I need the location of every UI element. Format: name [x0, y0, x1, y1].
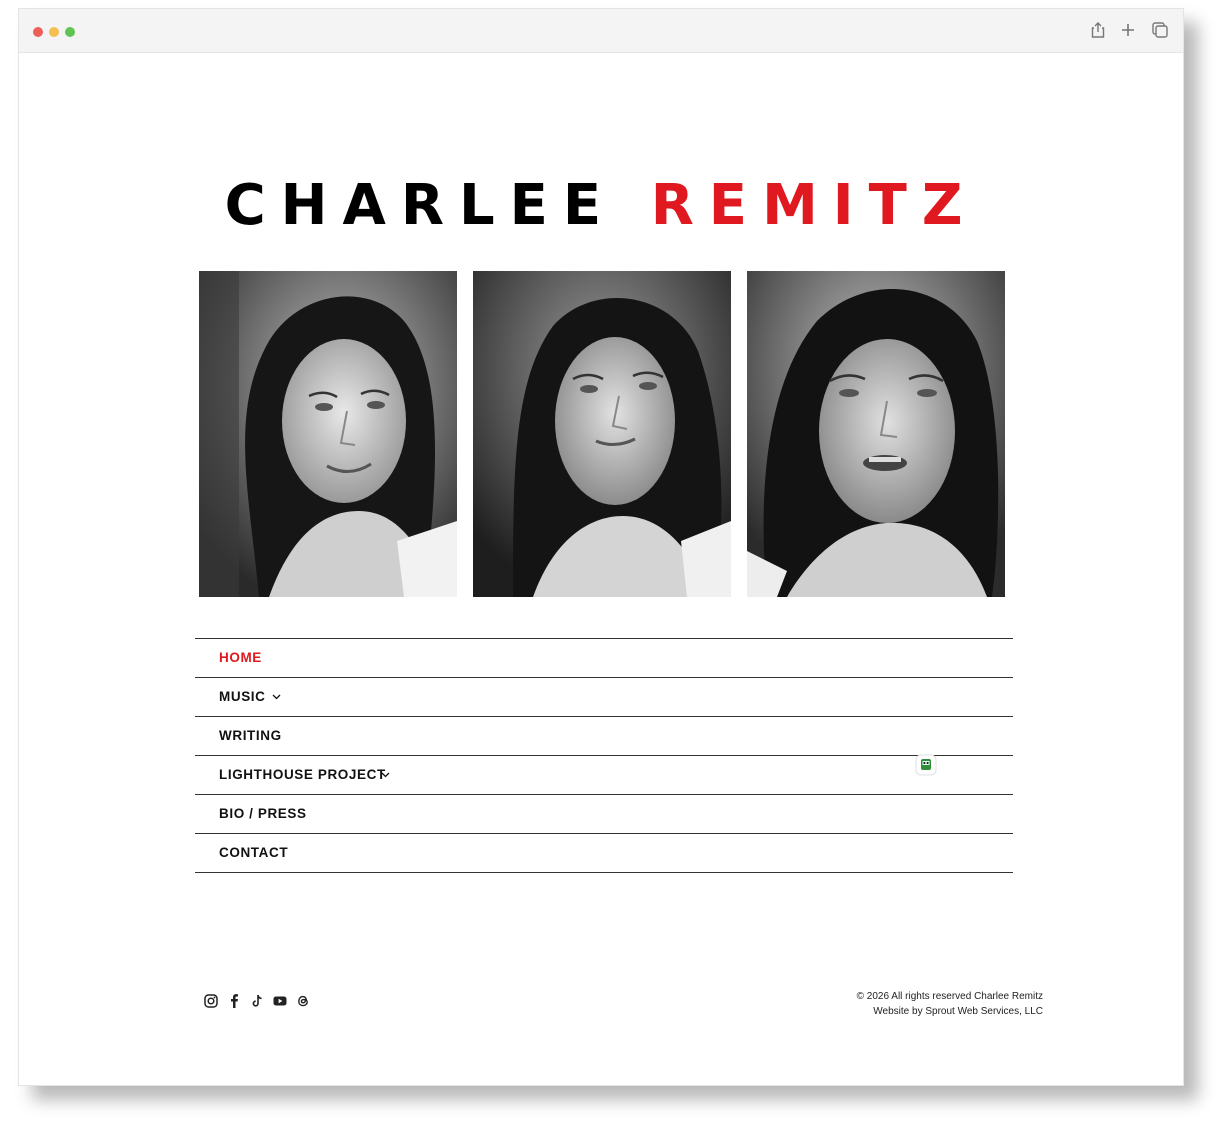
main-nav: HOME MUSIC WRITING LIGHTHOUSE PROJECT BI…: [195, 638, 1013, 873]
minimize-window-button[interactable]: [49, 27, 59, 37]
portrait-photo-1: [199, 271, 457, 597]
browser-window: CHARLEE REMITZ HOME MUSIC WRITING LIGHTH…: [18, 8, 1184, 1086]
nav-label-bio-press: BIO / PRESS: [219, 806, 307, 821]
new-tab-icon[interactable]: [1119, 21, 1137, 39]
nav-item-home[interactable]: HOME: [195, 638, 1013, 677]
nav-item-writing[interactable]: WRITING: [195, 716, 1013, 755]
nav-label-music: MUSIC: [219, 689, 266, 704]
portrait-photo-2: [473, 271, 731, 597]
robot-helper-icon[interactable]: [915, 754, 937, 776]
credit-link[interactable]: Website by Sprout Web Services, LLC: [857, 1004, 1043, 1019]
nav-label-lighthouse-project: LIGHTHOUSE PROJECT: [219, 767, 386, 782]
nav-item-lighthouse-project[interactable]: LIGHTHOUSE PROJECT: [195, 755, 1013, 794]
tiktok-icon[interactable]: [249, 993, 265, 1009]
browser-titlebar: [19, 9, 1183, 53]
facebook-icon[interactable]: [226, 993, 242, 1009]
portrait-photo-3: [747, 271, 1005, 597]
share-icon[interactable]: [1089, 21, 1107, 39]
nav-item-music[interactable]: MUSIC: [195, 677, 1013, 716]
chevron-down-icon[interactable]: [381, 772, 390, 778]
youtube-icon[interactable]: [272, 993, 288, 1009]
site-title-last: REMITZ: [650, 173, 978, 238]
copyright-text: © 2026 All rights reserved Charlee Remit…: [856, 991, 1043, 1002]
close-window-button[interactable]: [33, 27, 43, 37]
nav-label-contact: CONTACT: [219, 845, 289, 860]
tabs-overview-icon[interactable]: [1151, 21, 1169, 39]
site-title-first: CHARLEE: [224, 173, 617, 238]
threads-icon[interactable]: [295, 993, 311, 1009]
zoom-window-button[interactable]: [65, 27, 75, 37]
site-title[interactable]: CHARLEE REMITZ: [19, 171, 1183, 241]
footer-text: © 2026 All rights reserved Charlee Remit…: [857, 989, 1043, 1019]
nav-item-contact[interactable]: CONTACT: [195, 833, 1013, 873]
nav-label-home: HOME: [219, 650, 262, 665]
instagram-icon[interactable]: [203, 993, 219, 1009]
nav-label-writing: WRITING: [219, 728, 282, 743]
chevron-down-icon[interactable]: [272, 694, 281, 700]
nav-item-bio-press[interactable]: BIO / PRESS: [195, 794, 1013, 833]
